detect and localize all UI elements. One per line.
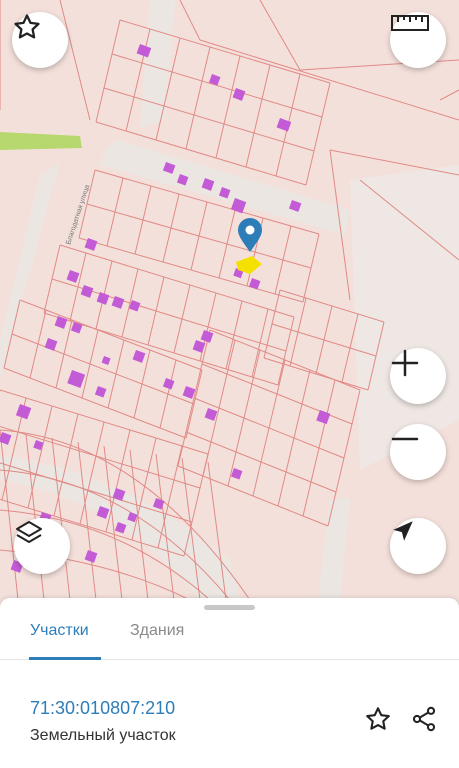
tab-parcels[interactable]: Участки xyxy=(30,622,89,640)
layers-icon xyxy=(16,521,42,543)
star-icon xyxy=(14,14,40,39)
favorite-button[interactable] xyxy=(12,12,68,68)
map-view[interactable]: Благодатная улица xyxy=(0,0,459,600)
zoom-in-button[interactable] xyxy=(390,348,446,404)
navigation-arrow-icon xyxy=(393,521,413,541)
plus-icon xyxy=(391,349,419,377)
tab-buildings[interactable]: Здания xyxy=(130,622,184,640)
star-icon xyxy=(366,707,390,730)
parcel-type: Земельный участок xyxy=(30,727,176,744)
minus-icon xyxy=(391,437,419,441)
map-canvas[interactable]: Благодатная улица xyxy=(0,0,459,600)
active-tab-indicator xyxy=(29,657,101,660)
ruler-button[interactable] xyxy=(390,12,446,68)
cadastral-number[interactable]: 71:30:010807:210 xyxy=(30,698,175,719)
tab-bar: Участки Здания xyxy=(0,614,459,660)
zoom-out-button[interactable] xyxy=(390,424,446,480)
locate-button[interactable] xyxy=(390,518,446,574)
bottom-sheet[interactable]: Участки Здания 71:30:010807:210 Земельны… xyxy=(0,598,459,768)
layers-button[interactable] xyxy=(14,518,70,574)
sheet-handle[interactable] xyxy=(204,605,255,610)
share-icon xyxy=(412,706,436,732)
favorite-parcel-button[interactable] xyxy=(362,703,394,735)
ruler-icon xyxy=(391,15,429,31)
share-button[interactable] xyxy=(408,703,440,735)
